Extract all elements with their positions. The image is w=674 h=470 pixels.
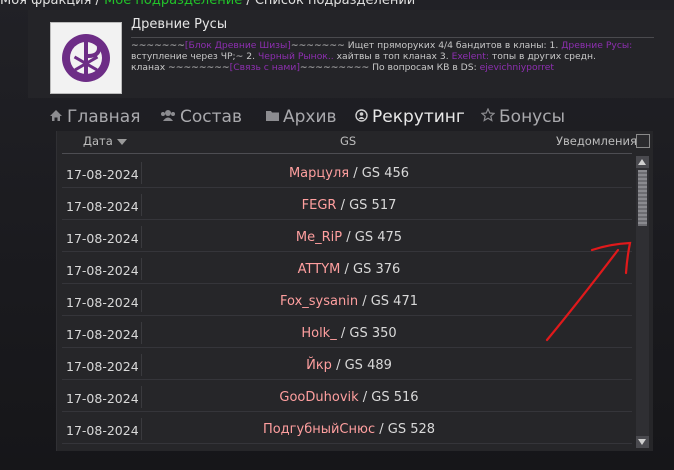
annotation-arrow-icon [545,241,632,342]
